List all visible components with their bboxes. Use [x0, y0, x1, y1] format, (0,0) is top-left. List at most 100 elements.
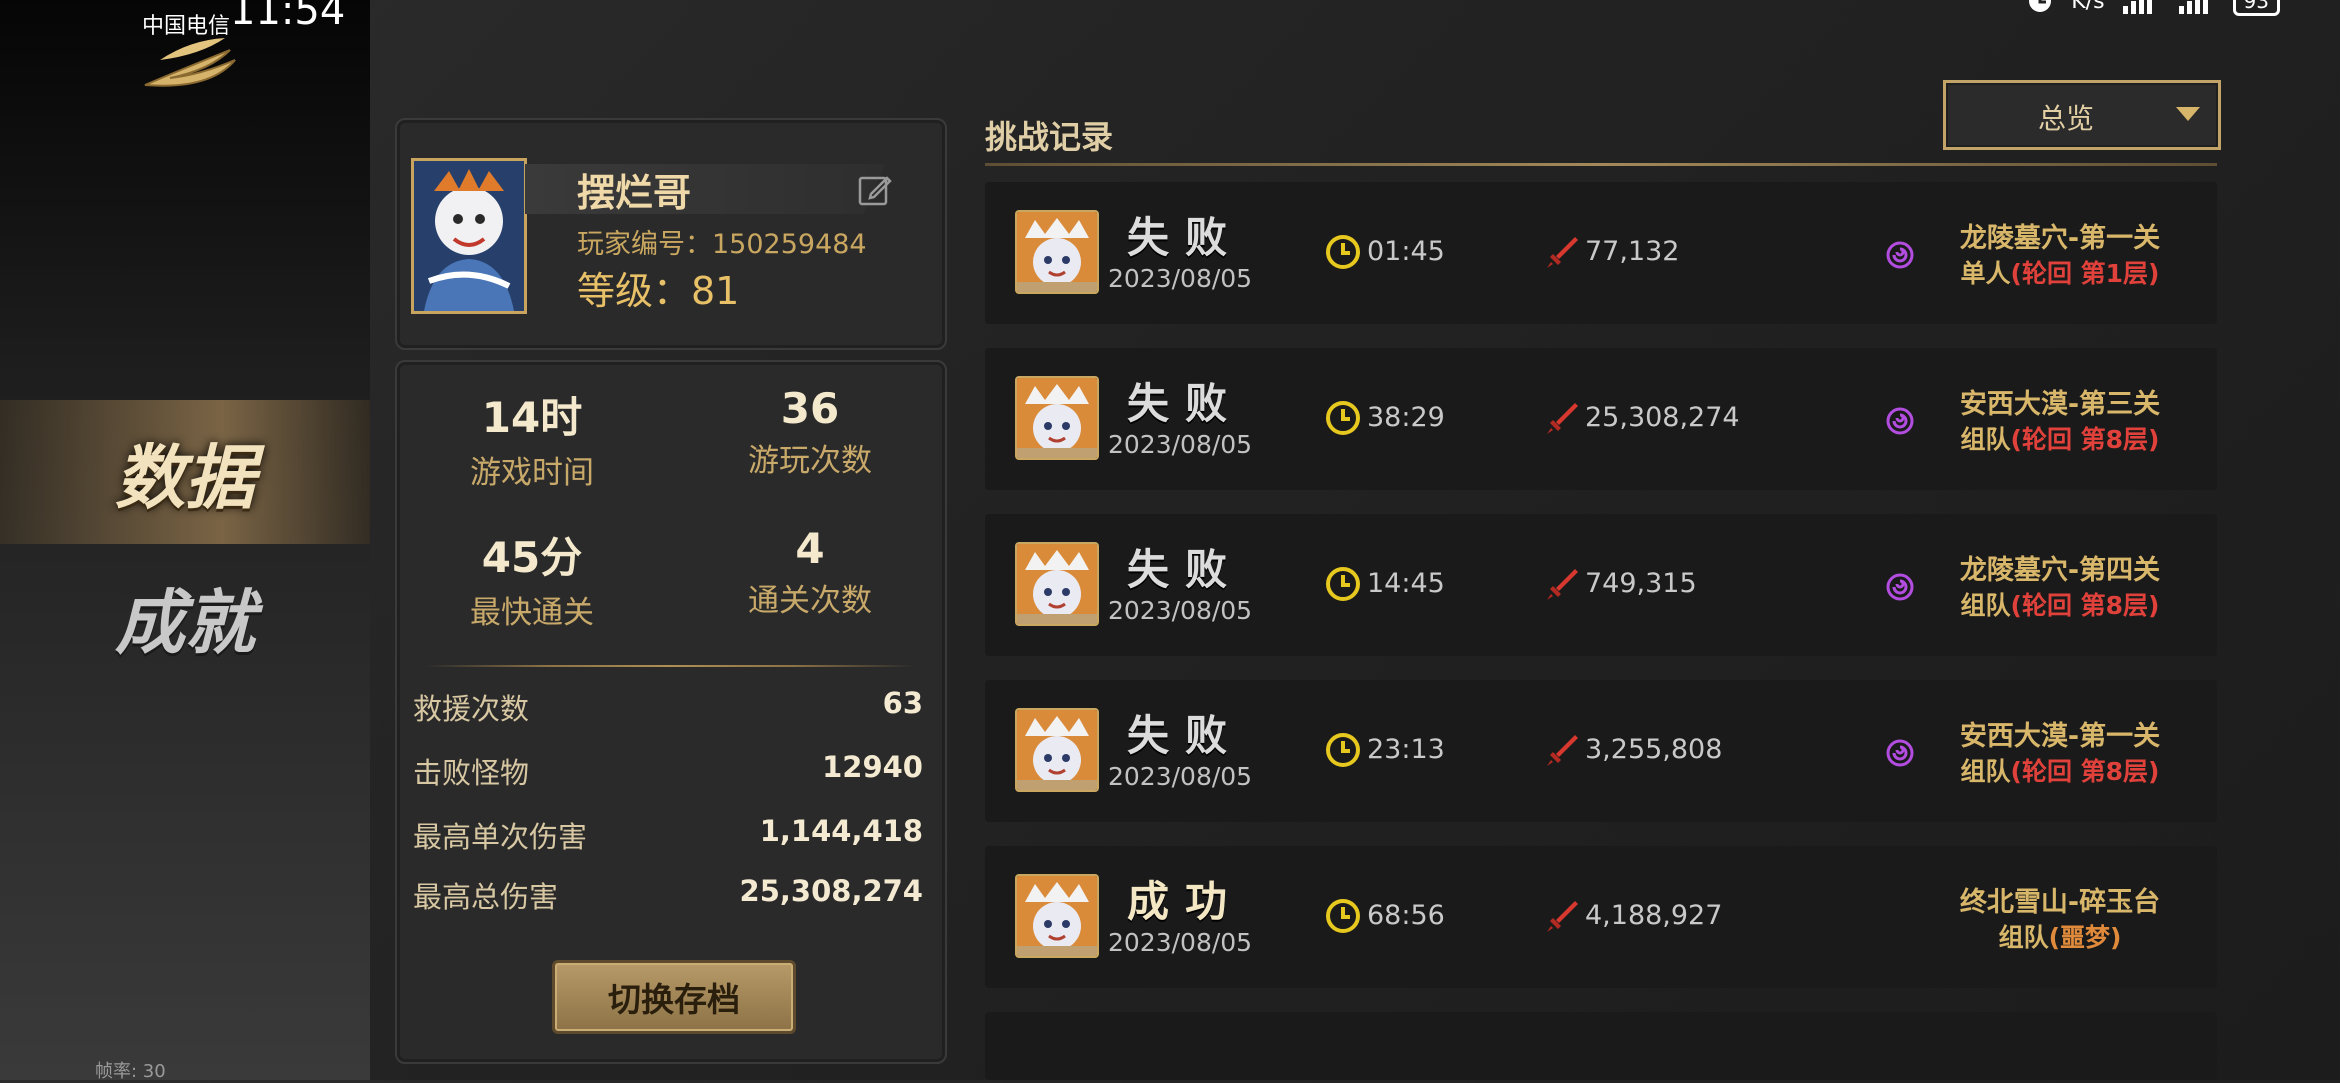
record-stage: 龙陵墓穴-第一关 [1959, 223, 2161, 254]
record-damage: 77,132 [1585, 236, 1680, 267]
tab-achievements-label: 成就 [115, 580, 255, 664]
stat-play-time-label: 游戏时间 [470, 455, 594, 491]
record-time: 14:45 [1367, 568, 1445, 599]
avatar-portrait-icon [414, 161, 524, 311]
record-card[interactable]: 成功 2023/08/05 68:56 4,188,927 终北雪山-碎玉台 组… [985, 846, 2217, 988]
clock-icon [1326, 235, 1360, 269]
tab-data-label: 数据 [115, 435, 255, 519]
clock-icon [1326, 733, 1360, 767]
back-logo-icon[interactable] [140, 30, 240, 90]
stat-fastest-clear: 45分 最快通关 [397, 524, 667, 632]
record-result: 失败 [1126, 711, 1243, 760]
stat-row-value: 63 [882, 686, 923, 720]
record-result: 成功 [1126, 877, 1243, 926]
stat-play-time-value: 14时 [481, 393, 583, 442]
stat-clear-count-label: 通关次数 [748, 583, 872, 619]
stat-play-count-value: 36 [780, 384, 840, 433]
player-name: 摆烂哥 [577, 171, 692, 215]
stat-row-label: 最高总伤害 [413, 880, 559, 914]
clock-icon [1326, 899, 1360, 933]
player-id: 玩家编号：150259484 [577, 229, 867, 260]
profile-panel: 摆烂哥 玩家编号：150259484 等级：81 [395, 118, 947, 350]
stat-play-count-label: 游玩次数 [748, 443, 872, 479]
record-time: 23:13 [1367, 734, 1445, 765]
sidebar: 中国电信 11:54 数据 成就 帧率: 30 [0, 0, 370, 1082]
record-damage: 4,188,927 [1585, 900, 1723, 931]
switch-save-button[interactable]: 切换存档 [552, 960, 796, 1034]
records-title-divider [985, 163, 2217, 166]
stat-play-time: 14时 游戏时间 [397, 384, 667, 492]
record-mode-type: 组队 [1998, 923, 2049, 952]
stat-row-value: 12940 [822, 750, 923, 784]
edit-name-icon[interactable] [857, 172, 893, 208]
tab-achievements[interactable]: 成就 [0, 545, 370, 689]
signal-icon [2122, 0, 2152, 14]
record-stage: 安西大漠-第三关 [1959, 389, 2161, 420]
stat-fastest-clear-value: 45分 [481, 533, 583, 582]
reincarnation-swirl-icon [1886, 241, 1914, 269]
character-portrait-icon [1017, 710, 1097, 790]
record-mode-type: 组队 [1960, 591, 2011, 620]
alarm-icon [2029, 0, 2052, 12]
record-card[interactable]: 失败 2023/08/05 38:29 25,308,274 安西大漠-第三关 … [985, 348, 2217, 490]
stat-row-value: 1,144,418 [759, 814, 923, 848]
chevron-down-icon [2176, 107, 2200, 121]
stat-row-label: 救援次数 [413, 692, 530, 726]
stat-row-label: 最高单次伤害 [413, 820, 588, 854]
stat-row-value: 25,308,274 [739, 874, 923, 908]
stat-row-label: 击败怪物 [413, 756, 530, 790]
record-date: 2023/08/05 [1108, 928, 1253, 957]
record-date: 2023/08/05 [1108, 264, 1253, 293]
character-portrait-icon [1017, 212, 1097, 292]
filter-label: 总览 [2037, 102, 2094, 135]
record-stage: 龙陵墓穴-第四关 [1959, 555, 2161, 586]
status-bar: K/s 93 [2025, 0, 2280, 16]
record-time: 68:56 [1367, 900, 1445, 931]
stat-row: 最高总伤害 25,308,274 [413, 874, 923, 916]
clock-icon [1326, 401, 1360, 435]
damage-sword-icon [1547, 901, 1578, 932]
stat-clear-count: 4 通关次数 [675, 524, 945, 620]
battery-indicator: 93 [2232, 0, 2280, 16]
reincarnation-swirl-icon [1886, 739, 1914, 767]
record-thumbnail [1015, 874, 1099, 958]
avatar[interactable] [411, 158, 527, 314]
record-date: 2023/08/05 [1108, 430, 1253, 459]
record-mode-type: 单人 [1960, 259, 2011, 288]
stat-clear-count-value: 4 [795, 524, 825, 573]
records-filter-dropdown[interactable]: 总览 [1943, 80, 2221, 150]
stat-row: 最高单次伤害 1,144,418 [413, 814, 923, 856]
record-mode: 单人(轮回 第1层) [1920, 254, 2200, 290]
stat-fastest-clear-label: 最快通关 [470, 595, 594, 631]
record-result: 失败 [1126, 545, 1243, 594]
stat-row: 救援次数 63 [413, 686, 923, 728]
record-damage: 25,308,274 [1585, 402, 1740, 433]
record-mode-type: 组队 [1960, 757, 2011, 786]
damage-sword-icon [1547, 735, 1578, 766]
player-level: 等级：81 [577, 269, 740, 313]
record-time: 01:45 [1367, 236, 1445, 267]
record-card[interactable]: 失败 2023/08/05 23:13 3,255,808 安西大漠-第一关 组… [985, 680, 2217, 822]
record-mode-type: 组队 [1960, 425, 2011, 454]
tab-data[interactable]: 数据 [0, 400, 370, 544]
record-mode: 组队(轮回 第8层) [1920, 752, 2200, 788]
record-date: 2023/08/05 [1108, 596, 1253, 625]
record-card[interactable]: 失败 2023/08/05 14:45 749,315 龙陵墓穴-第四关 组队(… [985, 514, 2217, 656]
record-mode-detail: (轮回 第8层) [2010, 591, 2160, 620]
stat-row: 击败怪物 12940 [413, 750, 923, 792]
damage-sword-icon [1547, 237, 1578, 268]
record-mode: 组队(轮回 第8层) [1920, 420, 2200, 456]
reincarnation-swirl-icon [1886, 573, 1914, 601]
damage-sword-icon [1547, 403, 1578, 434]
record-time: 38:29 [1367, 402, 1445, 433]
record-damage: 749,315 [1585, 568, 1697, 599]
record-thumbnail [1015, 708, 1099, 792]
record-mode: 组队(轮回 第8层) [1920, 586, 2200, 622]
record-card-partial[interactable] [985, 1012, 2217, 1080]
record-card[interactable]: 失败 2023/08/05 01:45 77,132 龙陵墓穴-第一关 单人(轮… [985, 182, 2217, 324]
stats-divider [425, 665, 915, 667]
record-result: 失败 [1126, 213, 1243, 262]
character-portrait-icon [1017, 378, 1097, 458]
record-stage: 终北雪山-碎玉台 [1959, 887, 2161, 918]
record-mode-detail: (噩梦) [2048, 923, 2122, 952]
